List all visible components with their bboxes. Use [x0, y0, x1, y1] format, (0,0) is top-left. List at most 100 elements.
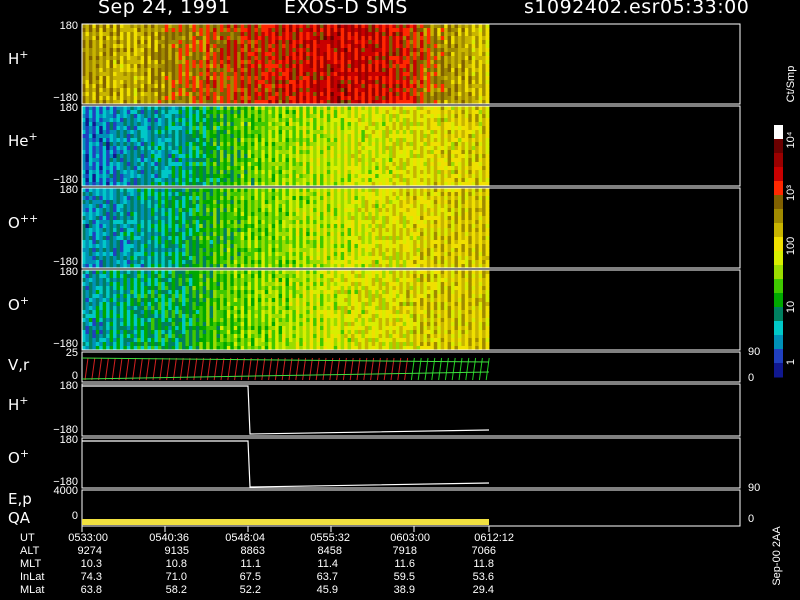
heat-cell — [192, 72, 197, 77]
heat-cell — [364, 68, 369, 73]
heat-cell — [119, 228, 124, 233]
heat-cell — [437, 80, 442, 85]
heat-cell — [261, 76, 266, 81]
heat-cell — [219, 170, 224, 175]
heat-cell — [313, 126, 317, 131]
heat-cell — [399, 88, 404, 93]
heat-cell — [268, 150, 273, 155]
heat-cell — [254, 122, 259, 127]
heat-cell — [378, 138, 383, 143]
heat-cell — [219, 130, 224, 135]
heat-cell — [368, 28, 373, 33]
heat-cell — [444, 52, 449, 57]
heat-cell — [440, 96, 445, 101]
heat-cell — [137, 134, 142, 139]
heat-cell — [178, 118, 183, 123]
heat-cell — [175, 88, 179, 93]
heat-cell — [99, 122, 104, 127]
heat-cell — [130, 106, 135, 111]
heat-cell — [275, 48, 279, 53]
heat-cell — [299, 158, 304, 163]
heat-cell — [137, 150, 142, 155]
heat-cell — [368, 44, 373, 49]
heat-cell — [482, 174, 486, 179]
heat-cell — [133, 76, 138, 81]
heat-cell — [99, 240, 104, 245]
heat-cell — [316, 92, 321, 97]
heat-cell — [385, 142, 390, 147]
heat-cell — [113, 204, 117, 209]
heat-cell — [95, 166, 100, 171]
heat-cell — [347, 170, 352, 175]
heat-cell — [168, 146, 173, 151]
heat-cell — [257, 76, 262, 81]
heat-cell — [240, 92, 245, 97]
heat-cell — [447, 68, 452, 73]
heat-cell — [123, 64, 128, 69]
heat-cell — [457, 48, 462, 53]
heat-cell — [257, 68, 262, 73]
heat-cell — [485, 28, 490, 33]
heat-cell — [185, 64, 190, 69]
heat-cell — [437, 92, 442, 97]
heat-cell — [178, 110, 183, 115]
heat-cell — [447, 150, 452, 155]
heat-cell — [161, 48, 166, 53]
heat-cell — [226, 158, 231, 163]
heat-cell — [285, 130, 290, 135]
heat-cell — [116, 204, 121, 209]
heat-cell — [388, 118, 393, 123]
heat-cell — [88, 138, 93, 143]
heat-cell — [430, 92, 435, 97]
heat-cell — [219, 118, 224, 123]
heat-cell — [251, 80, 255, 85]
heat-cell — [464, 48, 469, 53]
heat-cell — [113, 260, 117, 265]
heat-cell — [433, 40, 438, 45]
heat-cell — [278, 84, 283, 89]
heat-cell — [437, 178, 442, 183]
heat-cell — [137, 96, 142, 101]
heat-cell — [88, 110, 93, 115]
heat-cell — [275, 40, 279, 45]
heat-cell — [219, 150, 224, 155]
heat-cell — [119, 220, 124, 225]
heat-cell — [119, 60, 124, 65]
heat-cell — [88, 174, 93, 179]
heat-cell — [478, 92, 483, 97]
heat-cell — [261, 130, 266, 135]
heat-cell — [388, 76, 393, 81]
heat-cell — [126, 118, 131, 123]
heat-cell — [192, 44, 197, 49]
heat-cell — [113, 256, 117, 261]
heat-cell — [364, 118, 369, 123]
heat-cell — [244, 158, 248, 163]
heat-cell — [375, 130, 380, 135]
heat-cell — [188, 126, 193, 131]
heat-cell — [85, 212, 90, 217]
heat-cell — [416, 40, 421, 45]
heat-cell — [378, 64, 383, 69]
heat-cell — [375, 28, 380, 33]
heat-cell — [268, 60, 273, 65]
heat-cell — [123, 200, 128, 205]
heat-cell — [223, 174, 228, 179]
heat-cell — [399, 146, 404, 151]
heat-cell — [251, 170, 255, 175]
heat-cell — [319, 36, 324, 41]
heat-cell — [475, 178, 480, 183]
heat-cell — [88, 28, 93, 33]
heat-cell — [326, 122, 331, 127]
heat-cell — [288, 68, 293, 73]
heat-cell — [368, 130, 373, 135]
heat-cell — [420, 122, 424, 127]
heat-cell — [457, 134, 462, 139]
heat-cell — [313, 48, 317, 53]
heat-cell — [188, 174, 193, 179]
heat-cell — [185, 32, 190, 37]
heat-cell — [185, 130, 190, 135]
heat-cell — [130, 28, 135, 33]
heat-cell — [240, 106, 245, 111]
heat-cell — [182, 52, 186, 57]
heat-cell — [154, 36, 159, 41]
